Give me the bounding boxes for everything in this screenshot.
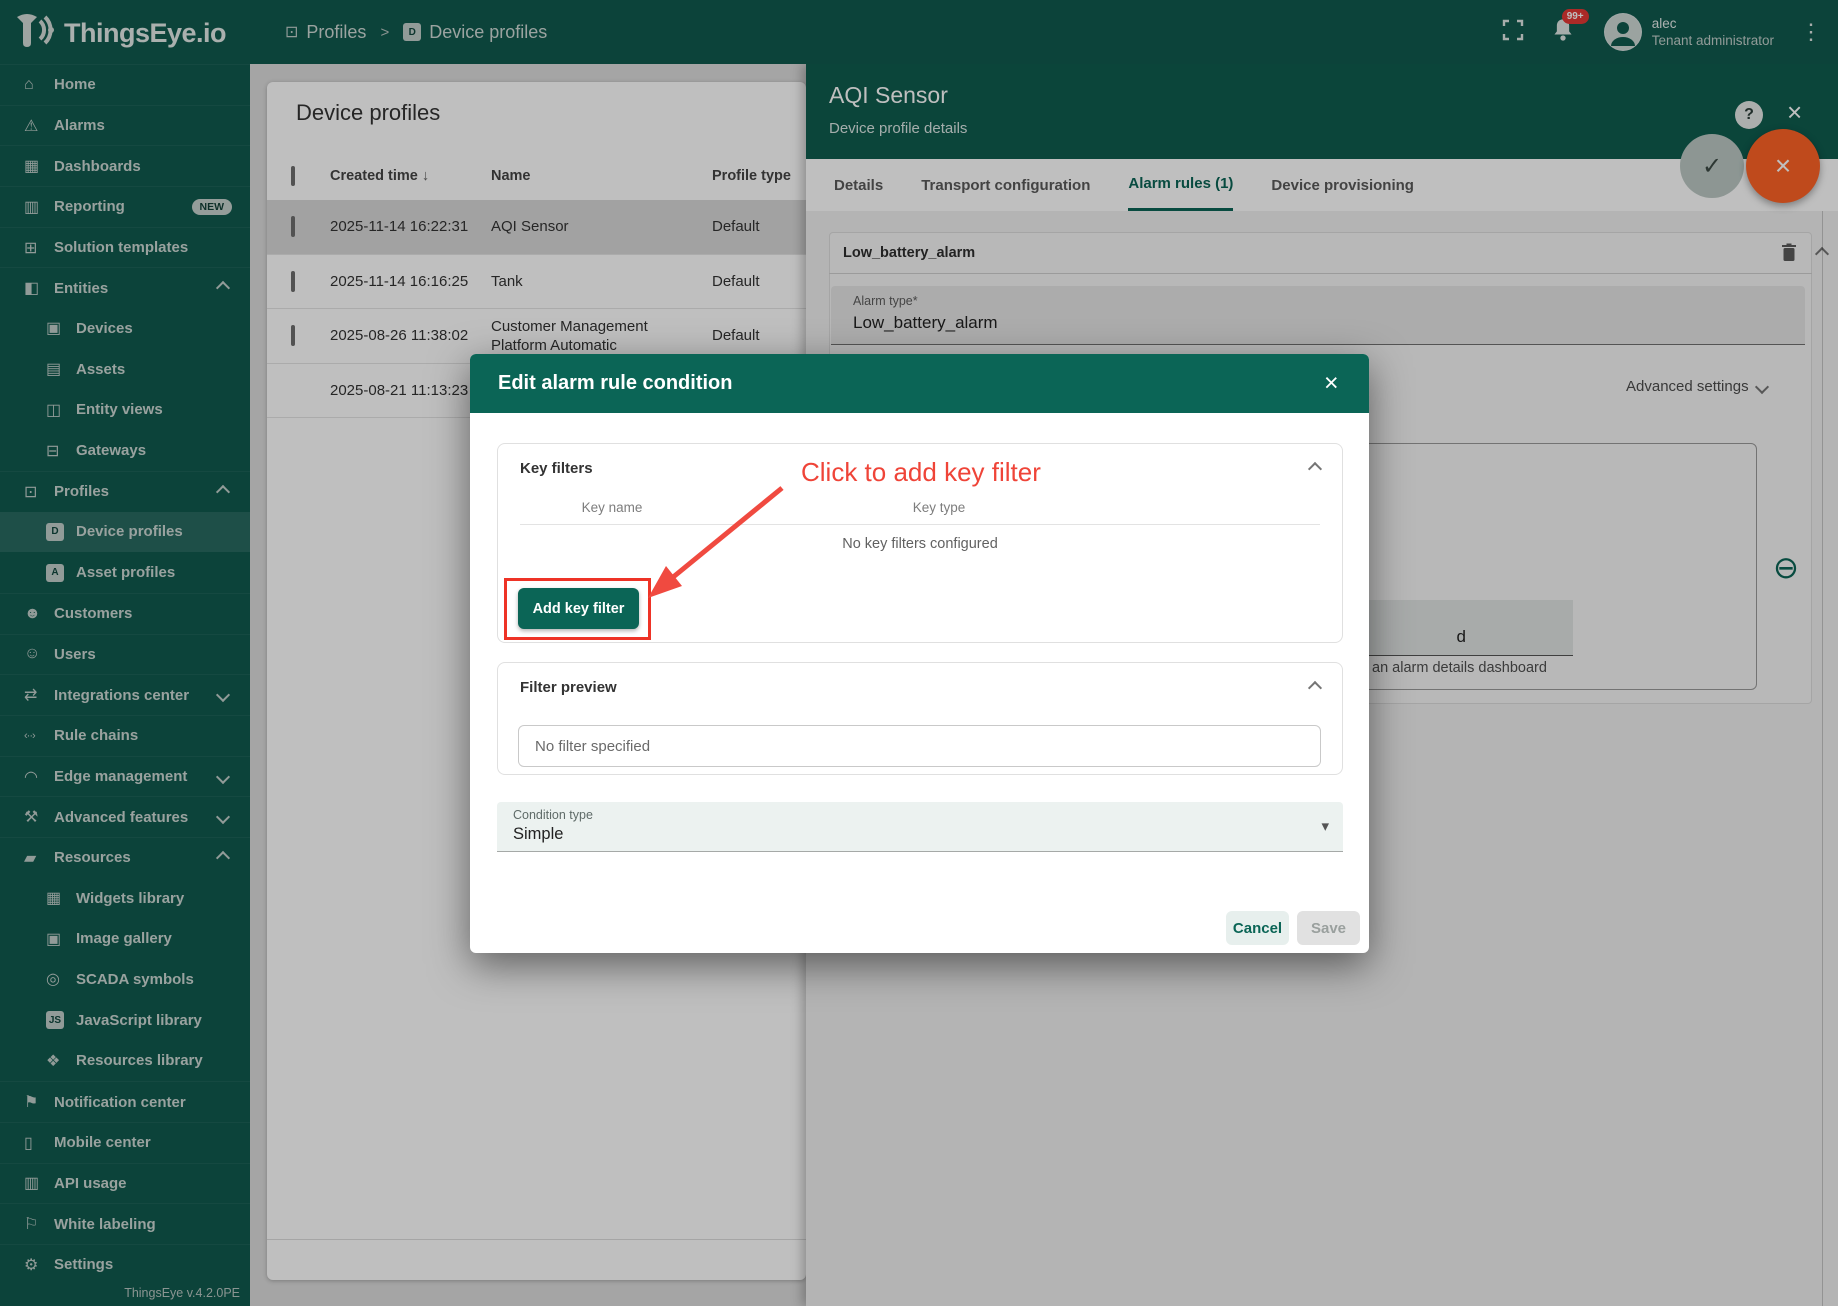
key-type-column: Key type xyxy=(913,500,966,515)
dialog-title: Edit alarm rule condition xyxy=(498,372,732,395)
filter-preview-box[interactable]: No filter specified xyxy=(518,725,1321,767)
save-button[interactable]: Save xyxy=(1297,911,1360,945)
dropdown-caret-icon: ▾ xyxy=(1321,817,1329,835)
no-filter-text: No filter specified xyxy=(535,738,650,755)
edit-alarm-rule-condition-dialog: Edit alarm rule condition × Key filters … xyxy=(470,354,1369,953)
key-filters-title: Key filters xyxy=(520,460,593,477)
filter-preview-title: Filter preview xyxy=(520,679,617,696)
condition-type-select[interactable]: Condition type Simple ▾ xyxy=(497,802,1343,852)
condition-type-value: Simple xyxy=(513,825,563,844)
column-divider xyxy=(520,524,1320,525)
key-name-column: Key name xyxy=(582,500,643,515)
add-key-filter-button[interactable]: Add key filter xyxy=(518,588,639,629)
collapse-filter-preview-icon[interactable] xyxy=(1308,681,1322,695)
key-filters-card: Key filters Key name Key type No key fil… xyxy=(497,443,1343,643)
cancel-button[interactable]: Cancel xyxy=(1226,911,1289,945)
dialog-header: Edit alarm rule condition × xyxy=(470,354,1369,413)
collapse-key-filters-icon[interactable] xyxy=(1308,462,1322,476)
condition-type-label: Condition type xyxy=(513,808,593,822)
no-key-filters-text: No key filters configured xyxy=(498,536,1342,552)
filter-preview-card: Filter preview No filter specified xyxy=(497,662,1343,775)
close-dialog-icon[interactable]: × xyxy=(1324,369,1339,398)
app-root: ThingsEye.io ⊡ Profiles > D Device profi… xyxy=(0,0,1838,1306)
